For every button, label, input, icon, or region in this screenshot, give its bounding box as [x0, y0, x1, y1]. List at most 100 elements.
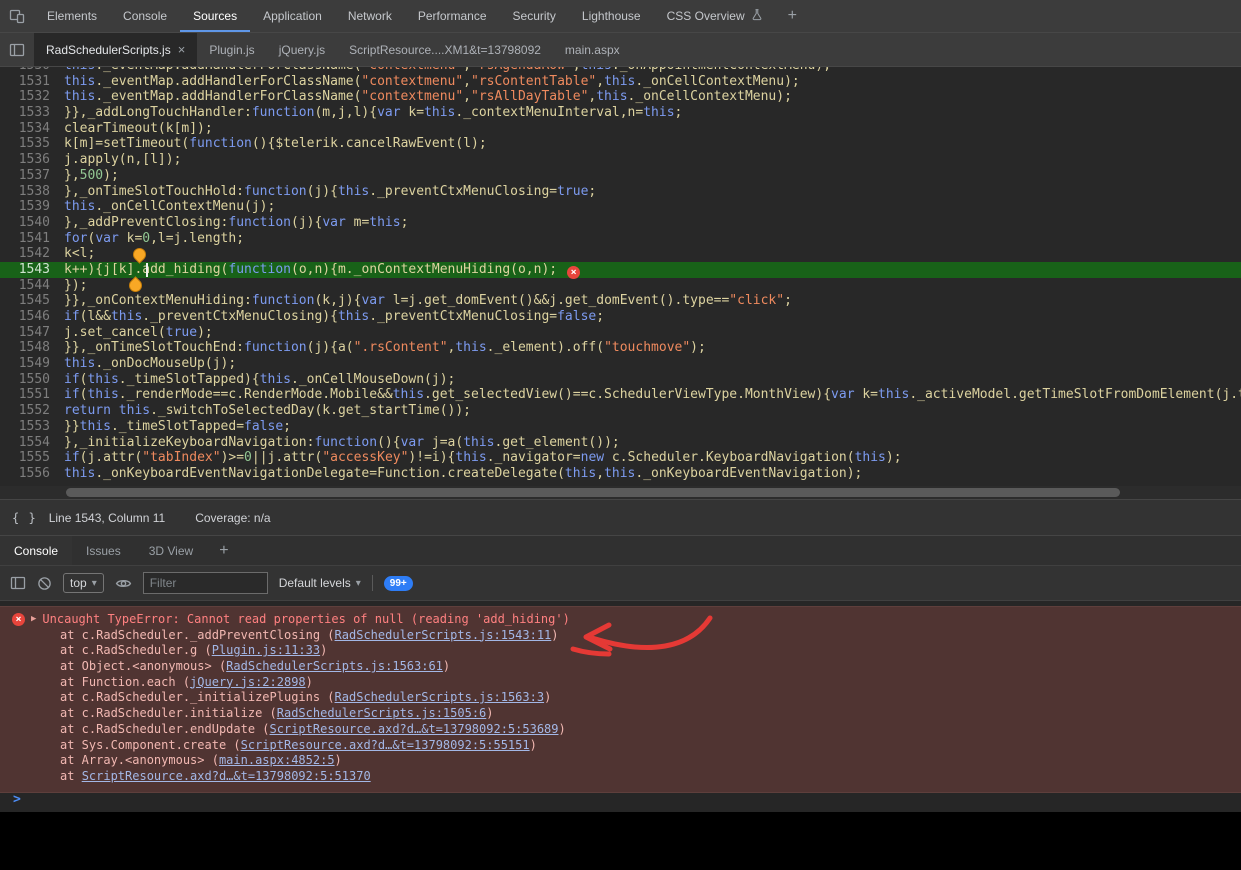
- expand-triangle-icon[interactable]: ▶: [31, 612, 36, 628]
- panel-tab-elements[interactable]: Elements: [34, 0, 110, 32]
- line-number[interactable]: 1539: [0, 199, 64, 215]
- panel-tab-css-overview[interactable]: CSS Overview: [654, 0, 776, 32]
- code-text[interactable]: });: [64, 278, 87, 294]
- file-tab-plugin-js[interactable]: Plugin.js: [197, 33, 266, 66]
- stack-frame-link[interactable]: ScriptResource.axd?d…&t=13798092:5:53689: [270, 722, 559, 736]
- code-text[interactable]: this._onCellContextMenu(j);: [64, 199, 275, 215]
- code-text[interactable]: }}this._timeSlotTapped=false;: [64, 419, 291, 435]
- code-text[interactable]: },_initializeKeyboardNavigation:function…: [64, 435, 620, 451]
- line-number[interactable]: 1540: [0, 215, 64, 231]
- code-text[interactable]: this._eventMap.addHandlerForClassName("c…: [64, 89, 792, 105]
- line-number[interactable]: 1556: [0, 466, 64, 482]
- code-text[interactable]: },_addPreventClosing:function(j){var m=t…: [64, 215, 408, 231]
- code-text[interactable]: if(l&&this._preventCtxMenuClosing){this.…: [64, 309, 604, 325]
- line-number[interactable]: 1546: [0, 309, 64, 325]
- panel-tab-lighthouse[interactable]: Lighthouse: [569, 0, 654, 32]
- line-number[interactable]: 1548: [0, 340, 64, 356]
- line-number[interactable]: 1535: [0, 136, 64, 152]
- line-number[interactable]: 1552: [0, 403, 64, 419]
- toggle-navigator-button[interactable]: [0, 33, 34, 66]
- source-editor[interactable]: 1530this._eventMap.addHandlerForClassNam…: [0, 67, 1241, 499]
- code-text[interactable]: this._onKeyboardEventNavigationDelegate=…: [64, 466, 862, 482]
- file-tab-main-aspx[interactable]: main.aspx: [553, 33, 632, 66]
- line-number[interactable]: 1532: [0, 89, 64, 105]
- line-number[interactable]: 1530: [0, 67, 64, 74]
- issues-count-badge[interactable]: 99+: [384, 576, 413, 591]
- file-tab-radschedulerscripts-js[interactable]: RadSchedulerScripts.js×: [34, 33, 197, 66]
- stack-frame-link[interactable]: Plugin.js:11:33: [212, 643, 320, 657]
- toggle-device-toolbar-button[interactable]: [0, 0, 34, 32]
- code-text[interactable]: j.set_cancel(true);: [64, 325, 213, 341]
- file-tab-jquery-js[interactable]: jQuery.js: [267, 33, 337, 66]
- code-text[interactable]: this._eventMap.addHandlerForClassName("c…: [64, 67, 831, 74]
- line-number[interactable]: 1549: [0, 356, 64, 372]
- line-number[interactable]: 1550: [0, 372, 64, 388]
- line-number[interactable]: 1543: [0, 262, 64, 278]
- code-text[interactable]: },_onTimeSlotTouchHold:function(j){this.…: [64, 184, 596, 200]
- code-text[interactable]: clearTimeout(k[m]);: [64, 121, 213, 137]
- stack-frame-link[interactable]: RadSchedulerScripts.js:1543:11: [335, 628, 552, 642]
- horizontal-scrollbar-thumb[interactable]: [66, 488, 1120, 497]
- line-number[interactable]: 1554: [0, 435, 64, 451]
- stack-frame-link[interactable]: jQuery.js:2:2898: [190, 675, 306, 689]
- more-drawer-tabs-button[interactable]: +: [207, 536, 240, 565]
- line-number[interactable]: 1531: [0, 74, 64, 90]
- line-number[interactable]: 1541: [0, 231, 64, 247]
- stack-frame-link[interactable]: ScriptResource.axd?d…&t=13798092:5:55151: [241, 738, 530, 752]
- close-tab-icon[interactable]: ×: [178, 42, 186, 57]
- panel-tab-security[interactable]: Security: [500, 0, 569, 32]
- code-text[interactable]: this._eventMap.addHandlerForClassName("c…: [64, 74, 800, 90]
- code-text[interactable]: j.apply(n,[l]);: [64, 152, 181, 168]
- line-number[interactable]: 1555: [0, 450, 64, 466]
- code-text[interactable]: if(this._renderMode==c.RenderMode.Mobile…: [64, 387, 1241, 403]
- panel-tab-sources[interactable]: Sources: [180, 0, 250, 32]
- line-number[interactable]: 1551: [0, 387, 64, 403]
- pretty-print-button[interactable]: { }: [12, 511, 37, 525]
- line-number[interactable]: 1547: [0, 325, 64, 341]
- panel-tab-performance[interactable]: Performance: [405, 0, 500, 32]
- line-number[interactable]: 1536: [0, 152, 64, 168]
- code-text[interactable]: }},_addLongTouchHandler:function(m,j,l){…: [64, 105, 682, 121]
- console-prompt[interactable]: >: [0, 792, 1241, 808]
- drawer-tab-3d-view[interactable]: 3D View: [135, 536, 207, 565]
- execution-context-selector[interactable]: top ▾: [63, 573, 104, 593]
- line-number[interactable]: 1545: [0, 293, 64, 309]
- stack-frame-link[interactable]: RadSchedulerScripts.js:1563:61: [226, 659, 443, 673]
- line-number[interactable]: 1544: [0, 278, 64, 294]
- log-levels-selector[interactable]: Default levels ▾: [279, 576, 361, 590]
- line-number[interactable]: 1537: [0, 168, 64, 184]
- code-text[interactable]: k[m]=setTimeout(function(){$telerik.canc…: [64, 136, 487, 152]
- code-text[interactable]: this._onDocMouseUp(j);: [64, 356, 236, 372]
- code-text[interactable]: if(j.attr("tabIndex")>=0||j.attr("access…: [64, 450, 902, 466]
- code-text[interactable]: k<l;: [64, 246, 95, 262]
- stack-frame-link[interactable]: ScriptResource.axd?d…&t=13798092:5:51370: [82, 769, 371, 783]
- console-filter-input[interactable]: [143, 572, 268, 594]
- code-text[interactable]: }},_onTimeSlotTouchEnd:function(j){a(".r…: [64, 340, 706, 356]
- code-text[interactable]: }},_onContextMenuHiding:function(k,j){va…: [64, 293, 792, 309]
- line-number[interactable]: 1553: [0, 419, 64, 435]
- live-expression-button[interactable]: [115, 575, 132, 592]
- horizontal-scrollbar[interactable]: [0, 486, 1241, 499]
- line-number[interactable]: 1534: [0, 121, 64, 137]
- file-tab-scriptresource-xm1-t-13798092[interactable]: ScriptResource....XM1&t=13798092: [337, 33, 553, 66]
- code-text[interactable]: return this._switchToSelectedDay(k.get_s…: [64, 403, 471, 419]
- stack-frame-link[interactable]: RadSchedulerScripts.js:1505:6: [277, 706, 487, 720]
- line-number[interactable]: 1533: [0, 105, 64, 121]
- more-panels-button[interactable]: +: [776, 0, 809, 32]
- stack-frame-link[interactable]: RadSchedulerScripts.js:1563:3: [335, 690, 545, 704]
- panel-tab-console[interactable]: Console: [110, 0, 180, 32]
- console-sidebar-button[interactable]: [10, 575, 26, 591]
- clear-console-button[interactable]: [37, 576, 52, 591]
- panel-tab-network[interactable]: Network: [335, 0, 405, 32]
- panel-tab-application[interactable]: Application: [250, 0, 335, 32]
- code-text[interactable]: if(this._timeSlotTapped){this._onCellMou…: [64, 372, 455, 388]
- line-number[interactable]: 1538: [0, 184, 64, 200]
- code-text[interactable]: for(var k=0,l=j.length;: [64, 231, 244, 247]
- drawer-tab-console[interactable]: Console: [0, 536, 72, 565]
- stack-frame-link[interactable]: main.aspx:4852:5: [219, 753, 335, 767]
- code-text[interactable]: k++){j[k].add_hiding(function(o,n){m._on…: [64, 262, 580, 278]
- line-number[interactable]: 1542: [0, 246, 64, 262]
- code-text[interactable]: },500);: [64, 168, 119, 184]
- line-error-icon[interactable]: ×: [567, 266, 580, 279]
- drawer-tab-issues[interactable]: Issues: [72, 536, 135, 565]
